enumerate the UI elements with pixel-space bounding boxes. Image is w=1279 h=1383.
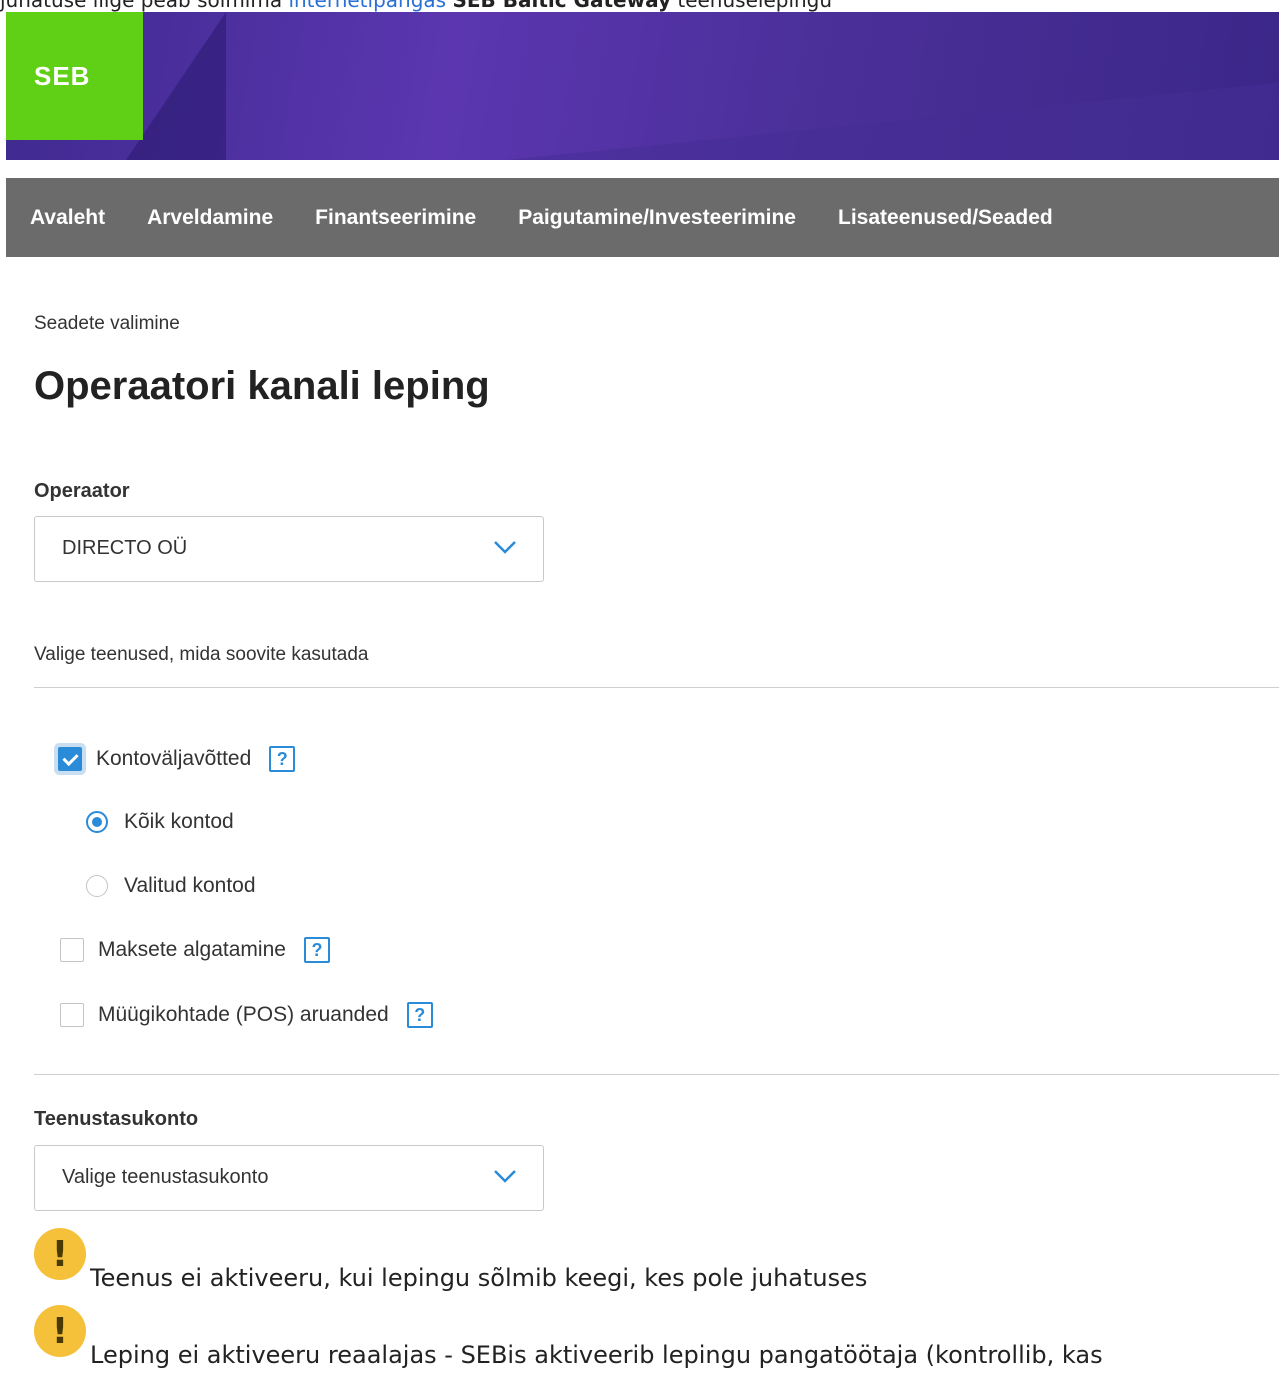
operator-select[interactable]: DIRECTO OÜ [34,516,544,582]
nav-item-lisateenused[interactable]: Lisateenused/Seaded [838,206,1053,230]
operator-label: Operaator [34,480,130,502]
option-all-accounts[interactable]: Kõik kontod [86,810,234,834]
page-title: Operaatori kanali leping [34,364,490,408]
breadcrumb: Seadete valimine [34,313,180,334]
chevron-down-icon [494,541,516,554]
instruction-prefix: juhatuse liige peab sõlmima [0,0,289,12]
warning-notice: ! Teenus ei aktiveeru, kui lepingu sõlmi… [34,1228,1274,1304]
internetbank-link[interactable]: internetipangas [288,0,446,12]
statements-label: Kontoväljavõtted [96,747,252,770]
help-icon[interactable]: ? [406,1002,433,1028]
banner-shape [486,82,1279,160]
services-intro: Valige teenused, mida soovite kasutada [34,644,369,665]
instruction-suffix: teenuselepingu [671,0,833,12]
operator-select-value: DIRECTO OÜ [62,537,188,559]
nav-item-arveldamine[interactable]: Arveldamine [147,206,273,230]
selected-accounts-radio[interactable] [86,875,108,897]
warning-icon: ! [34,1228,86,1280]
payments-checkbox[interactable] [60,938,84,962]
divider [34,1074,1279,1075]
statements-checkbox[interactable] [58,747,82,771]
warning-notice: ! Leping ei aktiveeru reaalajas - SEBis … [34,1305,1274,1381]
fee-account-label: Teenustasukonto [34,1108,199,1130]
instruction-bold: SEB Baltic Gateway [452,0,671,12]
payments-label: Maksete algatamine [98,938,286,961]
top-instruction-text: juhatuse liige peab sõlmima internetipan… [0,0,1279,12]
pos-label: Müügikohtade (POS) aruanded [98,1003,389,1026]
fee-account-select[interactable]: Valige teenustasukonto [34,1145,544,1211]
option-payments[interactable]: Maksete algatamine ? [60,937,330,963]
all-accounts-label: Kõik kontod [124,810,234,833]
chevron-down-icon [494,1170,516,1183]
nav-item-avaleht[interactable]: Avaleht [30,206,105,230]
divider [34,687,1279,688]
warning-text: Leping ei aktiveeru reaalajas - SEBis ak… [90,1341,1103,1369]
selected-accounts-label: Valitud kontod [124,874,256,897]
help-icon[interactable]: ? [269,746,296,772]
help-icon[interactable]: ? [303,937,330,963]
option-statements[interactable]: Kontoväljavõtted ? [58,746,296,772]
option-pos-reports[interactable]: Müügikohtade (POS) aruanded ? [60,1002,433,1028]
main-nav: Avaleht Arveldamine Finantseerimine Paig… [6,178,1279,257]
option-selected-accounts[interactable]: Valitud kontod [86,874,256,898]
all-accounts-radio[interactable] [86,811,108,833]
nav-item-finantseerimine[interactable]: Finantseerimine [315,206,476,230]
warning-text: Teenus ei aktiveeru, kui lepingu sõlmib … [90,1264,868,1292]
fee-account-placeholder: Valige teenustasukonto [62,1166,269,1188]
logo-text: SEB [34,60,91,91]
seb-logo[interactable]: SEB [6,12,143,140]
pos-checkbox[interactable] [60,1003,84,1027]
header-banner [6,12,1279,160]
nav-item-paigutamine[interactable]: Paigutamine/Investeerimine [518,206,796,230]
warning-icon: ! [34,1305,86,1357]
